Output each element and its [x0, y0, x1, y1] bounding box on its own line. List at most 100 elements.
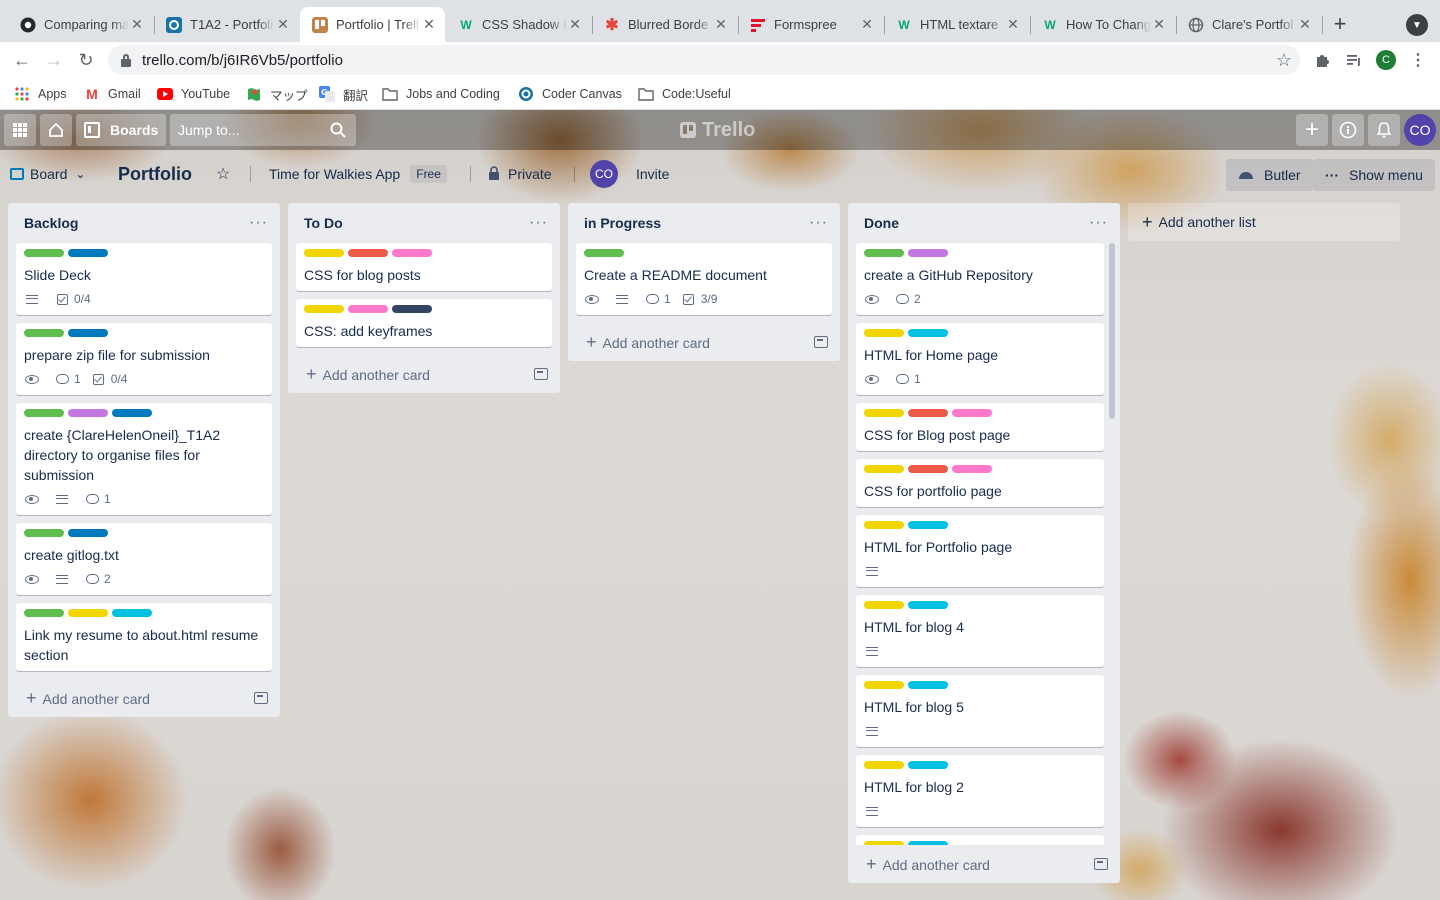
browser-tab[interactable]: Formspree ✕ [738, 7, 883, 42]
card[interactable]: HTML for blog 4 [856, 595, 1104, 667]
browser-tab-active[interactable]: Portfolio | Trell ✕ [300, 7, 445, 42]
card-template-icon[interactable] [814, 336, 828, 348]
card[interactable]: Create a README document 1 3/9 [576, 243, 832, 315]
card[interactable]: CSS for blog posts [296, 243, 552, 291]
browser-tab[interactable]: W CSS Shadow E ✕ [446, 7, 591, 42]
card[interactable]: HTML for blog 5 [856, 675, 1104, 747]
card-label-yellow[interactable] [68, 609, 108, 617]
bookmark-star-icon[interactable]: ☆ [1276, 50, 1292, 71]
list-title[interactable]: To Do [304, 215, 343, 231]
visibility-button[interactable]: Private [488, 158, 552, 190]
card-labels[interactable] [864, 249, 1096, 257]
card[interactable]: Link my resume to about.html resume sect… [16, 603, 272, 671]
invite-button[interactable]: Invite [636, 158, 669, 190]
bookmark-youtube[interactable]: YouTube [157, 85, 230, 103]
card[interactable]: create {ClareHelenOneil}_T1A2 directory … [16, 403, 272, 515]
bookmark-folder[interactable]: Jobs and Coding [382, 85, 500, 103]
card-label-sky[interactable] [908, 521, 948, 529]
info-icon[interactable] [1332, 114, 1364, 146]
card-label-red[interactable] [908, 409, 948, 417]
card-label-green[interactable] [864, 249, 904, 257]
browser-tab[interactable]: Comparing ma ✕ [8, 7, 153, 42]
apps-grid-icon[interactable] [4, 114, 36, 146]
profile-avatar[interactable]: C [1376, 50, 1396, 70]
card-label-sky[interactable] [908, 761, 948, 769]
card-labels[interactable] [864, 761, 1096, 769]
card[interactable]: prepare zip file for submission 1 0/4 [16, 323, 272, 395]
list-title[interactable]: in Progress [584, 215, 661, 231]
card-template-icon[interactable] [1094, 858, 1108, 870]
back-arrow-icon[interactable]: ← [10, 48, 34, 72]
card[interactable]: CSS for portfolio page [856, 459, 1104, 507]
card[interactable]: Slide Deck 0/4 [16, 243, 272, 315]
card-labels[interactable] [864, 329, 1096, 337]
kebab-menu-icon[interactable]: ⋮ [1406, 48, 1430, 72]
card-label-sky[interactable] [112, 609, 152, 617]
card-labels[interactable] [864, 681, 1096, 689]
card-label-sky[interactable] [908, 681, 948, 689]
butler-button[interactable]: Butler [1226, 159, 1313, 191]
add-list-button[interactable]: + Add another list [1128, 203, 1400, 241]
forward-arrow-icon[interactable]: → [42, 48, 66, 72]
new-tab-button[interactable]: + [1328, 11, 1352, 36]
list-title[interactable]: Backlog [24, 215, 78, 231]
card-label-yellow[interactable] [864, 409, 904, 417]
card-labels[interactable] [304, 249, 544, 257]
card-label-yellow[interactable] [304, 305, 344, 313]
card-label-yellow[interactable] [864, 329, 904, 337]
browser-tab[interactable]: ✱ Blurred Borde ✕ [592, 7, 737, 42]
bookmark-maps[interactable]: マップ [246, 85, 308, 103]
card-label-yellow[interactable] [864, 601, 904, 609]
card-label-sky[interactable] [908, 841, 948, 845]
card[interactable]: HTML for Portfolio page [856, 515, 1104, 587]
card-label-sky[interactable] [908, 601, 948, 609]
url-input[interactable] [142, 51, 1222, 69]
trello-logo[interactable]: Trello [680, 118, 755, 142]
team-button[interactable]: Time for Walkies App Free [269, 158, 447, 190]
list-menu-icon[interactable]: ··· [809, 214, 828, 232]
list-header[interactable]: To Do ··· [288, 203, 560, 243]
card[interactable]: HTML for Home page 1 [856, 323, 1104, 395]
search-icon[interactable] [330, 122, 346, 141]
show-menu-button[interactable]: ··· Show menu [1313, 159, 1435, 191]
card-labels[interactable] [864, 601, 1096, 609]
card-label-yellow[interactable] [864, 521, 904, 529]
board-title[interactable]: Portfolio [118, 158, 192, 190]
card-label-yellow[interactable] [864, 761, 904, 769]
bookmark-apps[interactable]: Apps [14, 85, 67, 103]
search-input[interactable] [170, 122, 320, 138]
card-label-red[interactable] [908, 465, 948, 473]
card[interactable]: CSS for Blog post page [856, 403, 1104, 451]
close-icon[interactable]: ✕ [713, 16, 729, 33]
browser-tab[interactable]: W How To Chang ✕ [1030, 7, 1175, 42]
close-icon[interactable]: ✕ [567, 16, 583, 33]
list-menu-icon[interactable]: ··· [529, 214, 548, 232]
card-labels[interactable] [864, 521, 1096, 529]
card-label-green[interactable] [24, 329, 64, 337]
card-label-red[interactable] [348, 249, 388, 257]
card-label-green[interactable] [24, 529, 64, 537]
address-bar[interactable]: ☆ [108, 45, 1300, 75]
card-label-pink[interactable] [952, 465, 992, 473]
list-header[interactable]: Backlog ··· [8, 203, 280, 243]
board-view-switcher[interactable]: Board ⌄ [10, 158, 85, 190]
card-label-green[interactable] [584, 249, 624, 257]
card-label-blue[interactable] [112, 409, 152, 417]
close-icon[interactable]: ✕ [1005, 16, 1021, 33]
card-labels[interactable] [24, 409, 264, 417]
card-labels[interactable] [304, 305, 544, 313]
add-card-button[interactable]: + Add another card [848, 845, 1120, 883]
card-labels[interactable] [24, 249, 264, 257]
home-icon[interactable] [40, 114, 72, 146]
browser-tab[interactable]: Clare's Portfol ✕ [1176, 7, 1321, 42]
card[interactable]: create a GitHub Repository 2 [856, 243, 1104, 315]
card-label-sky[interactable] [908, 329, 948, 337]
card-label-yellow[interactable] [304, 249, 344, 257]
card-label-yellow[interactable] [864, 681, 904, 689]
list-header[interactable]: Done ··· [848, 203, 1120, 243]
card-label-green[interactable] [24, 609, 64, 617]
member-avatar[interactable]: CO [590, 160, 618, 188]
card[interactable]: CSS: add keyframes [296, 299, 552, 347]
card[interactable]: create gitlog.txt 2 [16, 523, 272, 595]
star-board-icon[interactable]: ☆ [216, 158, 230, 190]
